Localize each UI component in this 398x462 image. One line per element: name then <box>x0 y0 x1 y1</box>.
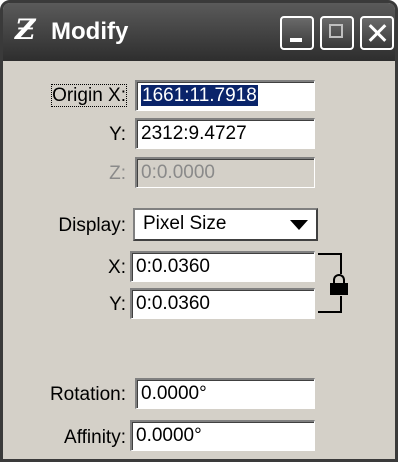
display-label: Display: <box>58 215 126 236</box>
maximize-button[interactable] <box>320 16 354 50</box>
display-dropdown[interactable]: Pixel Size <box>133 208 318 241</box>
close-button[interactable] <box>360 16 394 50</box>
lock-icon[interactable] <box>330 274 348 296</box>
display-x-field[interactable]: 0:0.0360 <box>130 251 315 282</box>
origin-z-field: 0:0.0000 <box>135 157 315 188</box>
lock-body <box>330 283 348 295</box>
origin-y-label: Y: <box>109 124 126 145</box>
display-y-field[interactable]: 0:0.0360 <box>130 288 315 319</box>
origin-x-label: Origin X: <box>51 84 127 107</box>
window-title: Modify <box>51 18 129 45</box>
app-logo-icon: Ƶ <box>15 13 36 46</box>
origin-z-label: Z: <box>109 163 126 184</box>
origin-x-field[interactable]: 1661:11.7918 <box>135 80 315 111</box>
display-dropdown-value: Pixel Size <box>143 213 227 234</box>
minimize-button[interactable] <box>280 16 314 50</box>
dropdown-arrow-icon <box>290 220 308 230</box>
affinity-field[interactable]: 0.0000° <box>130 420 315 451</box>
rotation-field[interactable]: 0.0000° <box>135 378 315 409</box>
display-y-label: Y: <box>109 294 126 315</box>
display-x-label: X: <box>108 257 126 278</box>
origin-y-field[interactable]: 2312:9.4727 <box>135 118 315 149</box>
affinity-label: Affinity: <box>64 427 126 448</box>
rotation-label: Rotation: <box>49 384 126 405</box>
title-bar[interactable]: Ƶ Modify <box>3 3 395 61</box>
